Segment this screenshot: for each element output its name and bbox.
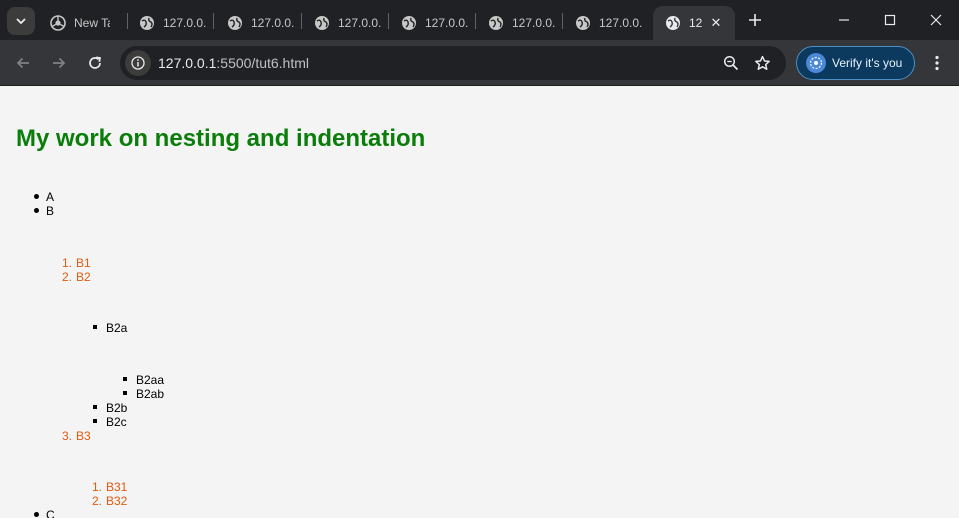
url-text[interactable]: 127.0.0.1:5500/tut6.html (158, 55, 309, 71)
toolbar: 127.0.0.1:5500/tut6.html Verify it's you (0, 40, 959, 86)
tab-active[interactable]: 127.0.0.1:5500/tut6.html ✕ (653, 6, 735, 40)
tab-localhost[interactable]: 127.0.0.1 (389, 6, 475, 40)
url-path: :5500/tut6.html (216, 55, 310, 71)
bullet-square (93, 325, 97, 329)
list-item-b2aa: B2aa (136, 373, 165, 387)
tab-title: 127.0.0.1 (163, 16, 207, 30)
reload-icon[interactable] (81, 49, 109, 77)
list-item-b1: B1 (76, 256, 91, 270)
tab-title: 127.0.0.1 (425, 16, 469, 30)
tab-localhost[interactable]: 127.0.0.1 (476, 6, 562, 40)
tab-title: 127.0.0.1 (599, 16, 643, 30)
zoom-icon[interactable] (721, 53, 741, 73)
list-number: 1. (61, 256, 72, 270)
verify-label: Verify it's you (832, 56, 903, 70)
globe-icon (228, 16, 242, 30)
bullet-square (123, 377, 127, 381)
tab-title: 127.0.0.1:5500/tut6.html (689, 16, 703, 30)
list-number: 2. (91, 494, 102, 508)
globe-icon (489, 16, 503, 30)
bullet-disc (34, 208, 39, 213)
star-icon[interactable] (752, 53, 772, 73)
list-item-b: B (46, 204, 55, 218)
tab-new-tab[interactable]: New Tab (38, 6, 126, 40)
list-item-c: C (46, 508, 55, 518)
globe-icon (576, 16, 590, 30)
bullet-disc (34, 512, 39, 517)
avatar (806, 53, 826, 73)
chevron-down-icon[interactable] (7, 7, 35, 35)
forward-arrow-icon[interactable] (45, 49, 73, 77)
list-item-a: A (46, 190, 55, 204)
globe-icon (315, 16, 329, 30)
page-content: My work on nesting and indentation A B 1… (0, 87, 959, 518)
tab-separator (213, 13, 214, 29)
globe-icon (140, 16, 154, 30)
list-item-b2a: B2a (106, 321, 128, 335)
list-number: 2. (61, 270, 72, 284)
globe-icon (666, 16, 680, 30)
bullet-square (93, 405, 97, 409)
window-close-icon[interactable] (913, 0, 959, 40)
list-item-b2ab: B2ab (136, 387, 165, 401)
tab-localhost[interactable]: 127.0.0.1 (563, 6, 649, 40)
globe-icon (402, 16, 416, 30)
page-heading: My work on nesting and indentation (16, 125, 426, 152)
list-item-b2c: B2c (106, 415, 127, 429)
list-item-b3: B3 (76, 429, 91, 443)
tab-strip: New Tab 127.0.0.1 127.0.0.1 127.0.0.1 12… (0, 0, 959, 40)
tab-title: New Tab (74, 16, 110, 30)
list-number: 1. (91, 480, 102, 494)
info-icon[interactable] (125, 50, 151, 76)
tab-title: 127.0.0.1 (338, 16, 382, 30)
minimize-icon[interactable] (821, 0, 867, 40)
verify-button[interactable]: Verify it's you (796, 46, 915, 80)
address-bar[interactable]: 127.0.0.1:5500/tut6.html (120, 46, 786, 80)
list-item-b32: B32 (106, 494, 128, 508)
bullet-square (93, 419, 97, 423)
url-host: 127.0.0.1 (158, 55, 217, 71)
tab-localhost[interactable]: 127.0.0.1 (302, 6, 388, 40)
tab-localhost[interactable]: 127.0.0.1 (127, 6, 213, 40)
bullet-disc (34, 194, 39, 199)
chrome-icon (50, 15, 66, 31)
bullet-square (123, 391, 127, 395)
tab-localhost[interactable]: 127.0.0.1 (215, 6, 301, 40)
maximize-icon[interactable] (867, 0, 913, 40)
tab-title: 127.0.0.1 (251, 16, 295, 30)
close-icon[interactable]: ✕ (707, 14, 725, 32)
list-item-b2: B2 (76, 270, 91, 284)
more-vert-icon[interactable] (925, 49, 949, 77)
tab-title: 127.0.0.1 (512, 16, 556, 30)
list-item-b31: B31 (106, 480, 128, 494)
list-item-b2b: B2b (106, 401, 128, 415)
back-arrow-icon[interactable] (9, 49, 37, 77)
list-number: 3. (61, 429, 72, 443)
plus-icon[interactable] (744, 9, 766, 31)
